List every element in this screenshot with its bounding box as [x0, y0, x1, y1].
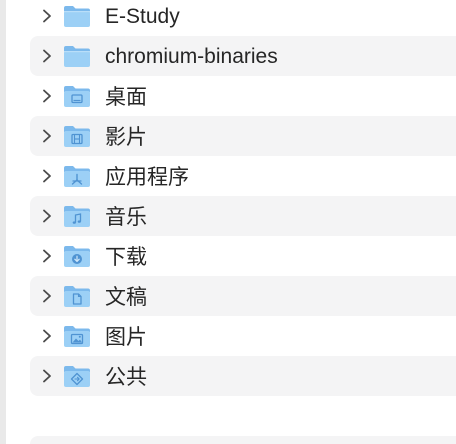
- finder-window: E-Study chromium-binaries 桌面 影片 应用程序 音乐 …: [0, 0, 456, 444]
- folder-name: E-Study: [105, 5, 180, 28]
- chevron-right-icon[interactable]: [40, 369, 54, 383]
- music-folder-icon: [64, 206, 90, 227]
- folder-row-public[interactable]: 公共: [30, 356, 456, 396]
- chevron-right-icon[interactable]: [40, 329, 54, 343]
- folder-row-movies[interactable]: 影片: [30, 116, 456, 156]
- folder-row-e-study[interactable]: E-Study: [30, 0, 456, 36]
- downloads-folder-icon: [64, 246, 90, 267]
- desktop-folder-icon: [64, 86, 90, 107]
- folder-name: 图片: [105, 325, 147, 349]
- pictures-folder-icon: [64, 326, 90, 347]
- folder-row-chromium-binaries[interactable]: chromium-binaries: [30, 36, 456, 76]
- chevron-right-icon[interactable]: [40, 89, 54, 103]
- empty-list-row: [30, 436, 456, 444]
- chevron-right-icon[interactable]: [40, 9, 54, 23]
- folder-name: 文稿: [105, 285, 147, 309]
- folder-list: E-Study chromium-binaries 桌面 影片 应用程序 音乐 …: [30, 0, 456, 396]
- documents-folder-icon: [64, 286, 90, 307]
- chevron-right-icon[interactable]: [40, 129, 54, 143]
- movies-folder-icon: [64, 126, 90, 147]
- folder-name: 公共: [105, 365, 147, 389]
- sidebar-edge: [0, 0, 6, 444]
- chevron-right-icon[interactable]: [40, 209, 54, 223]
- chevron-right-icon[interactable]: [40, 49, 54, 63]
- applications-folder-icon: [64, 166, 90, 187]
- folder-row-documents[interactable]: 文稿: [30, 276, 456, 316]
- folder-name: 下载: [105, 245, 147, 269]
- folder-row-desktop[interactable]: 桌面: [30, 76, 456, 116]
- public-folder-icon: [64, 366, 90, 387]
- chevron-right-icon[interactable]: [40, 169, 54, 183]
- folder-name: 音乐: [105, 205, 147, 229]
- folder-name: 应用程序: [105, 165, 189, 189]
- folder-row-applications[interactable]: 应用程序: [30, 156, 456, 196]
- folder-row-downloads[interactable]: 下载: [30, 236, 456, 276]
- folder-name: 桌面: [105, 85, 147, 109]
- folder-row-pictures[interactable]: 图片: [30, 316, 456, 356]
- folder-name: chromium-binaries: [105, 45, 278, 68]
- folder-icon: [64, 46, 90, 67]
- chevron-right-icon[interactable]: [40, 249, 54, 263]
- folder-icon: [64, 6, 90, 27]
- folder-row-music[interactable]: 音乐: [30, 196, 456, 236]
- folder-name: 影片: [105, 125, 147, 149]
- chevron-right-icon[interactable]: [40, 289, 54, 303]
